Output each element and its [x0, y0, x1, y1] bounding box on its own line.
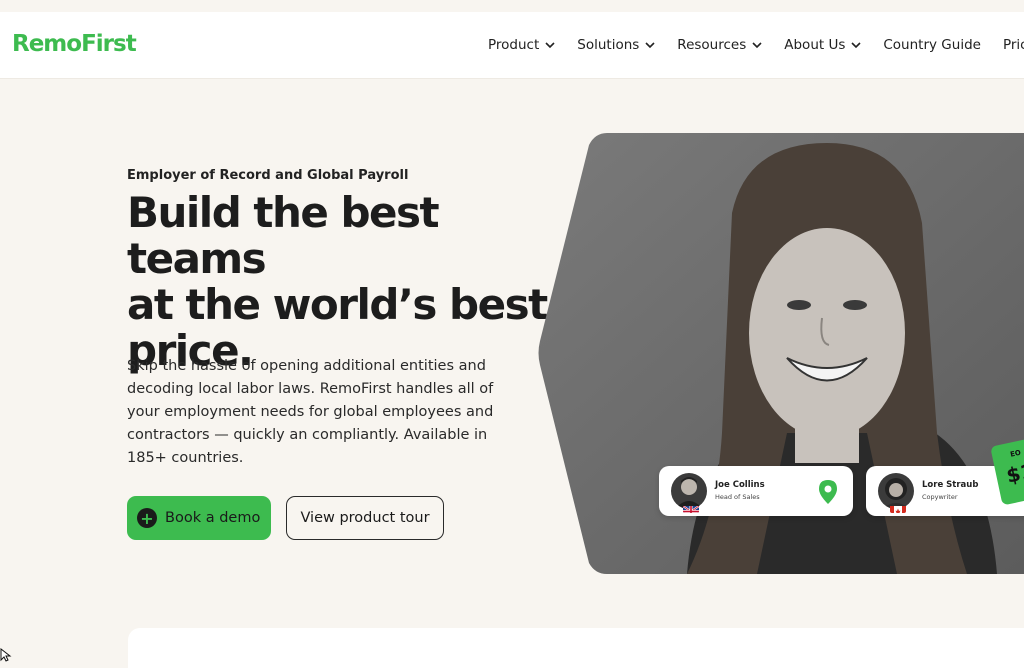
nav-label: Product [488, 37, 540, 53]
employee-card[interactable]: Joe Collins Head of Sales [659, 466, 853, 516]
nav-label: Country Guide [883, 37, 981, 53]
nav-item-product[interactable]: Product [488, 37, 555, 53]
hero-eyebrow: Employer of Record and Global Payroll [127, 168, 409, 183]
cursor-icon [0, 648, 12, 662]
price-tag-label: EO [1009, 448, 1022, 459]
headline-line: at the world’s best [127, 280, 548, 329]
hero-headline: Build the best teams at the world’s best… [127, 188, 548, 374]
nav-label: Solutions [577, 37, 640, 53]
uk-flag-icon [683, 502, 699, 513]
nav-item-pricing[interactable]: Pricing [1003, 37, 1024, 53]
headline-line: Build the best teams [127, 188, 440, 283]
book-demo-button[interactable]: + Book a demo [127, 496, 271, 540]
canada-flag-icon [890, 502, 906, 513]
hero-description: Skip the hassle of opening additional en… [127, 358, 494, 466]
nav-item-country-guide[interactable]: Country Guide [883, 37, 981, 53]
view-product-tour-button[interactable]: View product tour [286, 496, 444, 540]
price-tag-value: $1 [1004, 458, 1024, 488]
nav-label: Pricing [1002, 37, 1024, 53]
top-strip [0, 0, 1024, 12]
employee-name: Joe Collins [715, 480, 765, 490]
employee-role: Head of Sales [715, 493, 760, 501]
book-demo-label: Book a demo [165, 510, 261, 526]
nav-label: Resources [677, 37, 747, 53]
chevron-down-icon [851, 42, 861, 49]
nav-item-about-us[interactable]: About Us [784, 37, 861, 53]
nav-item-resources[interactable]: Resources [677, 37, 762, 53]
chevron-down-icon [645, 42, 655, 49]
nav-label: About Us [784, 37, 846, 53]
view-product-tour-label: View product tour [300, 510, 430, 526]
employee-role: Copywriter [922, 493, 958, 501]
remofirst-logo[interactable]: RemoFirst [12, 31, 137, 57]
plus-circle-icon: + [137, 508, 157, 528]
chevron-down-icon [545, 42, 555, 49]
location-pin-icon [819, 480, 837, 504]
employee-name: Lore Straub [922, 480, 979, 490]
chevron-down-icon [752, 42, 762, 49]
site-header: RemoFirst Product Solutions Resources Ab… [0, 12, 1024, 79]
next-section-card [128, 628, 1024, 668]
main-nav: Product Solutions Resources About Us Cou… [488, 37, 1024, 53]
nav-item-solutions[interactable]: Solutions [577, 37, 655, 53]
